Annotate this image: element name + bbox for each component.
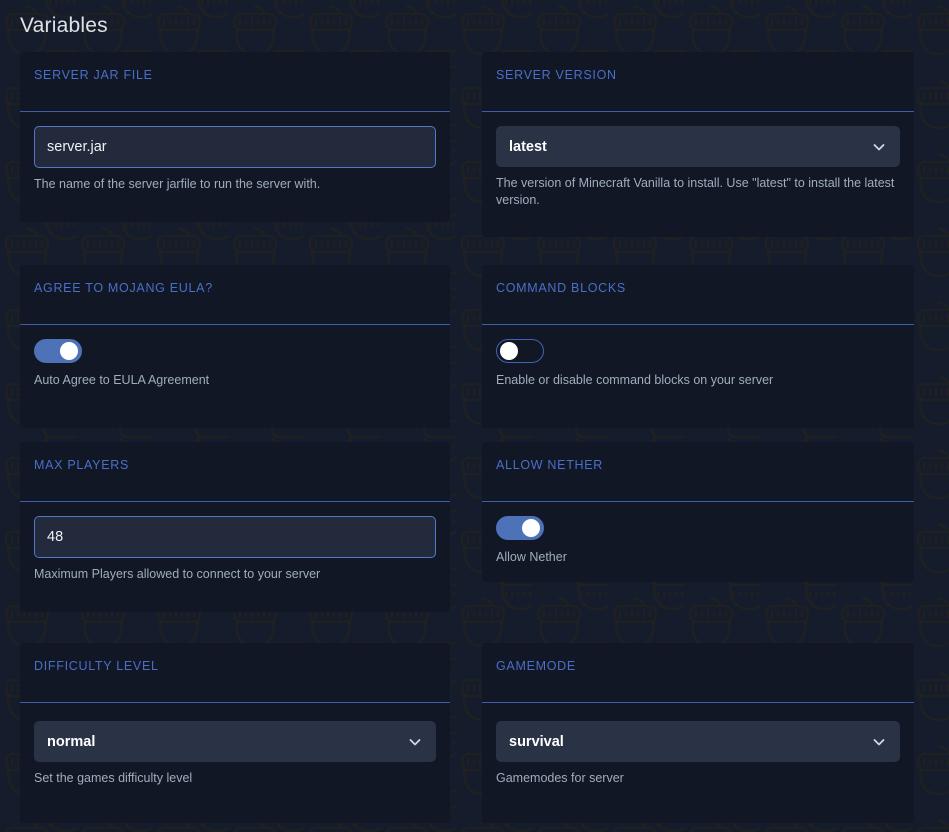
- agree-to-mojang-eula-toggle[interactable]: [34, 339, 82, 363]
- card-body: The name of the server jarfile to run th…: [20, 112, 450, 209]
- helper-text: Maximum Players allowed to connect to yo…: [34, 567, 321, 581]
- variable-card-server-jar-file: SERVER JAR FILE The name of the server j…: [20, 52, 450, 222]
- card-body: Maximum Players allowed to connect to yo…: [20, 502, 450, 599]
- card-header: SERVER VERSION: [482, 52, 914, 112]
- helper-text: Enable or disable command blocks on your…: [496, 373, 774, 387]
- variables-row: AGREE TO MOJANG EULA? Auto Agree to EULA…: [0, 265, 949, 430]
- card-title: SERVER VERSION: [496, 68, 617, 82]
- helper-text: Gamemodes for server: [496, 771, 624, 785]
- variable-card-gamemode: GAMEMODE survival Gamemodes for server: [482, 643, 914, 823]
- select-value: survival: [496, 721, 900, 762]
- card-body: Auto Agree to EULA Agreement: [20, 325, 450, 405]
- command-blocks-toggle[interactable]: [496, 339, 544, 363]
- server-jar-file-input[interactable]: [34, 126, 436, 168]
- variable-card-agree-to-mojang-eula: AGREE TO MOJANG EULA? Auto Agree to EULA…: [20, 265, 450, 428]
- select-value: normal: [34, 721, 436, 762]
- card-title: GAMEMODE: [496, 659, 576, 673]
- card-body: survival Gamemodes for server: [482, 703, 914, 803]
- card-body: Enable or disable command blocks on your…: [482, 325, 914, 405]
- difficulty-level-select[interactable]: normal: [34, 721, 436, 762]
- card-header: GAMEMODE: [482, 643, 914, 703]
- helper-text: Set the games difficulty level: [34, 771, 193, 785]
- variables-row: MAX PLAYERS Maximum Players allowed to c…: [0, 442, 949, 612]
- card-title: MAX PLAYERS: [34, 458, 129, 472]
- card-body: Allow Nether: [482, 502, 914, 582]
- variables-row: DIFFICULTY LEVEL normal Set the games di…: [0, 643, 949, 823]
- card-body: latest The version of Minecraft Vanilla …: [482, 112, 914, 225]
- server-version-select[interactable]: latest: [496, 126, 900, 167]
- card-body: normal Set the games difficulty level: [20, 703, 450, 803]
- card-title: AGREE TO MOJANG EULA?: [34, 281, 213, 295]
- card-header: SERVER JAR FILE: [20, 52, 450, 112]
- variable-card-difficulty-level: DIFFICULTY LEVEL normal Set the games di…: [20, 643, 450, 823]
- card-header: COMMAND BLOCKS: [482, 265, 914, 325]
- card-header: ALLOW NETHER: [482, 442, 914, 502]
- helper-text: Allow Nether: [496, 550, 567, 564]
- card-header: MAX PLAYERS: [20, 442, 450, 502]
- variable-card-command-blocks: COMMAND BLOCKS Enable or disable command…: [482, 265, 914, 428]
- helper-text: The name of the server jarfile to run th…: [34, 177, 321, 191]
- card-header: AGREE TO MOJANG EULA?: [20, 265, 450, 325]
- allow-nether-toggle[interactable]: [496, 516, 544, 540]
- gamemode-select[interactable]: survival: [496, 721, 900, 762]
- variable-card-server-version: SERVER VERSION latest The version of Min…: [482, 52, 914, 237]
- variable-card-allow-nether: ALLOW NETHER Allow Nether: [482, 442, 914, 582]
- select-value: latest: [496, 126, 900, 167]
- card-title: SERVER JAR FILE: [34, 68, 153, 82]
- helper-text: The version of Minecraft Vanilla to inst…: [496, 176, 895, 207]
- toggle-knob: [500, 342, 518, 360]
- toggle-knob: [522, 519, 540, 537]
- card-header: DIFFICULTY LEVEL: [20, 643, 450, 703]
- toggle-knob: [60, 342, 78, 360]
- card-title: DIFFICULTY LEVEL: [34, 659, 159, 673]
- variables-row: SERVER JAR FILE The name of the server j…: [0, 52, 949, 237]
- helper-text: Auto Agree to EULA Agreement: [34, 373, 210, 387]
- max-players-input[interactable]: [34, 516, 436, 558]
- variable-card-max-players: MAX PLAYERS Maximum Players allowed to c…: [20, 442, 450, 612]
- card-title: COMMAND BLOCKS: [496, 281, 626, 295]
- page-title: Variables: [20, 14, 108, 37]
- card-title: ALLOW NETHER: [496, 458, 604, 472]
